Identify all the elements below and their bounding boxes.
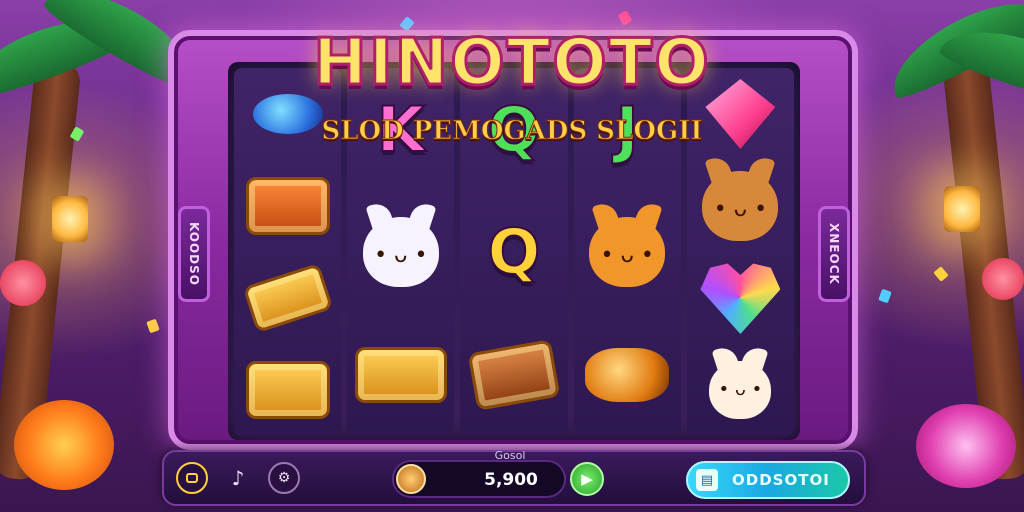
bear-icon: • ᴗ • xyxy=(694,160,786,252)
lantern-right xyxy=(944,186,980,232)
red-flower xyxy=(0,260,46,306)
cta-button[interactable]: ▤ ODDSOTOI xyxy=(686,461,850,499)
game-subtitle: SLOD PEMOGADS SLOGII xyxy=(321,116,703,147)
menu-icon[interactable] xyxy=(176,462,208,494)
fox-icon: • ᴗ • xyxy=(581,206,673,298)
coin-icon xyxy=(396,464,426,494)
letter-q-gold-icon: Q xyxy=(487,214,542,289)
spin-button[interactable]: ▶ xyxy=(570,462,604,496)
lantern-left xyxy=(52,196,88,242)
gold-chest-icon xyxy=(242,344,334,436)
white-cat-icon: • ᴗ • xyxy=(355,206,447,298)
balance-value: 5,900 xyxy=(484,470,538,490)
wallet-icon: ▤ xyxy=(696,469,718,491)
gold-key-icon xyxy=(242,252,334,344)
hamster-icon: • ᴗ • xyxy=(694,344,786,436)
play-icon: ▶ xyxy=(581,470,593,488)
side-panel-left-label: KOODSO xyxy=(187,222,201,286)
cta-label: ODDSOTOI xyxy=(732,471,830,489)
side-panel-left: KOODSO xyxy=(178,206,210,302)
red-flower xyxy=(982,258,1024,300)
game-title: HINOTOTO xyxy=(312,25,711,102)
side-panel-right-label: XNEOCK xyxy=(827,223,841,285)
gold-bread-icon xyxy=(581,329,673,421)
brown-chest-icon xyxy=(467,329,561,421)
rainbow-heart-icon xyxy=(694,252,786,344)
side-panel-right: XNEOCK xyxy=(818,206,850,302)
settings-icon[interactable]: ⚙ xyxy=(268,462,300,494)
orange-flower xyxy=(14,400,114,490)
gold-chest-icon xyxy=(242,160,334,252)
music-icon[interactable]: ♪ xyxy=(222,462,254,494)
pink-flower xyxy=(916,404,1016,488)
balance-label: Gosol xyxy=(494,449,526,462)
gold-chest-icon xyxy=(354,329,447,421)
